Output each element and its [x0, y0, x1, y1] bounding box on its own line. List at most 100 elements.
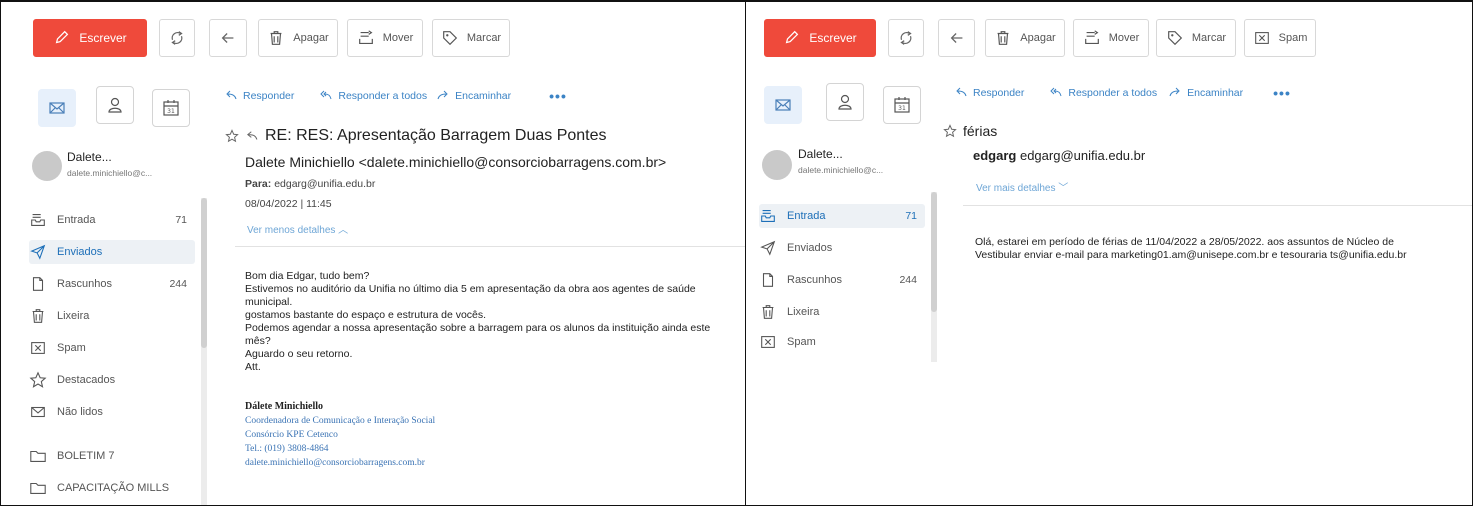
body-line: Podemos agendar a nossa apresentação sob…: [245, 322, 711, 334]
sidebar-item-label: Rascunhos: [57, 278, 113, 290]
delete-label: Apagar: [293, 32, 329, 44]
body-line: mês?: [245, 335, 271, 347]
reply-button[interactable]: Responder: [225, 90, 294, 102]
sidebar-item-label: Rascunhos: [787, 274, 843, 286]
signature-phone: Tel.: (019) 3808-4864: [245, 444, 329, 454]
chevron-up-icon: ︿: [338, 225, 349, 236]
reply-all-icon: [1050, 87, 1062, 97]
tag-label: Marcar: [1191, 32, 1227, 44]
move-icon: [1084, 30, 1099, 44]
body-line: Aguardo o seu retorno.: [245, 348, 353, 360]
spam-icon: [31, 342, 45, 354]
tag-button[interactable]: Marcar: [1156, 19, 1236, 57]
forward-button[interactable]: Encaminhar: [1169, 87, 1243, 99]
sidebar-item-label: Enviados: [57, 246, 103, 258]
contacts-view-button[interactable]: [96, 86, 134, 124]
message-actions: Responder Responder a todos Encaminhar •…: [225, 88, 567, 104]
sidebar-item-trash[interactable]: Lixeira: [29, 304, 195, 328]
reply-all-label: Responder a todos: [338, 90, 428, 102]
sidebar-scroll-thumb[interactable]: [931, 192, 937, 312]
reply-button[interactable]: Responder: [955, 87, 1024, 99]
back-button[interactable]: [209, 19, 247, 57]
reply-label: Responder: [243, 90, 295, 102]
message-sender: edgarg edgarg@unifia.edu.br: [973, 148, 1145, 163]
sidebar-item-sent[interactable]: Enviados: [759, 236, 925, 260]
forward-button[interactable]: Encaminhar: [437, 90, 511, 102]
body-line: municipal.: [245, 296, 293, 308]
sent-icon: [30, 244, 46, 260]
avatar[interactable]: [32, 151, 62, 181]
sidebar-item-trash[interactable]: Lixeira: [759, 300, 925, 324]
signature-role: Coordenadora de Comunicação e Interação …: [245, 416, 436, 426]
svg-text:31: 31: [898, 105, 906, 112]
reply-all-button[interactable]: Responder a todos: [320, 90, 427, 102]
move-label: Mover: [1108, 32, 1140, 44]
calendar-view-button[interactable]: 31: [883, 86, 921, 124]
back-button[interactable]: [938, 19, 975, 57]
drafts-icon: [762, 273, 774, 287]
sidebar-item-capacitacao[interactable]: CAPACITAÇÃO MILLS: [29, 476, 199, 500]
sidebar-item-label: Lixeira: [57, 310, 90, 322]
sidebar-item-inbox[interactable]: Entrada 71: [29, 208, 195, 232]
sidebar-item-label: Destacados: [57, 374, 116, 386]
signature-email[interactable]: dalete.minichiello@consorciobarragens.co…: [245, 456, 435, 470]
account-name: Dalete...: [67, 150, 112, 164]
email-signature: Dálete Minichiello Coordenadora de Comun…: [245, 400, 435, 470]
details-toggle[interactable]: Ver menos detalhes ︿: [247, 221, 348, 236]
mail-view-button[interactable]: [38, 89, 76, 127]
forward-label: Encaminhar: [1187, 87, 1244, 99]
body-line: Att.: [245, 361, 261, 373]
contacts-view-button[interactable]: [826, 83, 864, 121]
sidebar-item-unread[interactable]: Não lidos: [29, 400, 195, 424]
reply-all-button[interactable]: Responder a todos: [1050, 87, 1157, 99]
sidebar-item-drafts[interactable]: Rascunhos 244: [759, 268, 925, 292]
mail-view-button[interactable]: [764, 86, 802, 124]
chevron-down-icon: ﹀: [1058, 183, 1069, 194]
more-options-button[interactable]: •••: [1273, 85, 1291, 101]
compose-button[interactable]: Escrever: [33, 19, 147, 57]
signature-company: Consórcio KPE Cetenco: [245, 430, 338, 440]
to-label: Para:: [245, 178, 272, 190]
subject-text: férias: [963, 123, 998, 139]
spam-icon: [761, 336, 775, 348]
sidebar-item-spam[interactable]: Spam: [29, 336, 195, 360]
trash-icon: [762, 305, 774, 319]
calendar-icon: 31: [894, 97, 910, 113]
unread-count: 71: [175, 214, 187, 226]
sidebar-item-sent[interactable]: Enviados: [29, 240, 195, 264]
refresh-button[interactable]: [159, 19, 195, 57]
move-button[interactable]: Mover: [347, 19, 423, 57]
unread-icon: [31, 406, 45, 418]
sidebar-scroll-thumb[interactable]: [201, 198, 207, 348]
message-date: 08/04/2022 | 11:45: [245, 198, 332, 210]
spam-button[interactable]: Spam: [1244, 19, 1316, 57]
unread-count: 71: [905, 210, 917, 222]
spam-label: Spam: [1278, 32, 1308, 44]
panel-divider: [745, 0, 746, 506]
reply-all-label: Responder a todos: [1068, 87, 1158, 99]
avatar[interactable]: [762, 150, 792, 180]
sidebar-item-label: CAPACITAÇÃO MILLS: [57, 482, 170, 494]
tag-icon: [442, 31, 458, 46]
sidebar-item-starred[interactable]: Destacados: [29, 368, 195, 392]
details-toggle[interactable]: Ver mais detalhes ﹀: [976, 179, 1068, 194]
more-options-button[interactable]: •••: [549, 88, 567, 104]
sidebar-item-drafts[interactable]: Rascunhos 244: [29, 272, 195, 296]
star-icon[interactable]: [225, 129, 239, 143]
body-line: gostamos bastante do espaço e estrutura …: [245, 309, 487, 321]
delete-button[interactable]: Apagar: [985, 19, 1065, 57]
to-address: edgarg@unifia.edu.br: [274, 178, 376, 190]
sidebar-item-spam[interactable]: Spam: [759, 330, 925, 354]
forward-label: Encaminhar: [455, 90, 512, 102]
refresh-button[interactable]: [888, 19, 924, 57]
star-icon[interactable]: [943, 124, 957, 138]
delete-button[interactable]: Apagar: [258, 19, 338, 57]
compose-button[interactable]: Escrever: [764, 19, 876, 57]
compose-label: Escrever: [809, 31, 857, 45]
sidebar-item-boletim[interactable]: BOLETIM 7: [29, 444, 195, 468]
move-button[interactable]: Mover: [1073, 19, 1149, 57]
calendar-view-button[interactable]: 31: [152, 89, 190, 127]
sidebar-item-inbox[interactable]: Entrada 71: [759, 204, 925, 228]
tag-button[interactable]: Marcar: [432, 19, 510, 57]
sidebar-item-label: Lixeira: [787, 306, 820, 318]
